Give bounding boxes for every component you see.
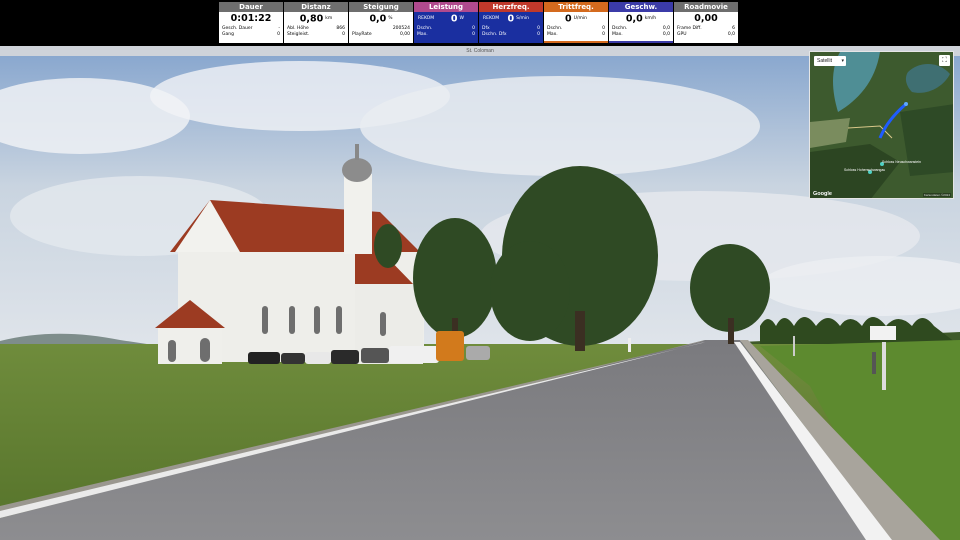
tile-value: 0,80 km xyxy=(299,13,333,25)
map-label-neuschwanstein: Schloss Neuschwanstein xyxy=(882,160,921,164)
satellite-map-image xyxy=(810,52,953,198)
tile-value: REKOM 0 S/min xyxy=(483,13,529,25)
tile-title: Dauer xyxy=(219,2,283,12)
map-type-select[interactable]: Satellit ▾ xyxy=(814,56,846,66)
fullscreen-icon[interactable]: ⛶ xyxy=(939,55,950,66)
tile-distanz: Distanz 0,80 km Abl. Höhe 866 Steigleist. 0 xyxy=(284,2,348,43)
tile-value: 0:01:22 xyxy=(230,13,272,24)
tile-leistung: Leistung REKOM 0 W Dschn. 0 Max. 0 xyxy=(414,2,478,43)
metrics-bar: Dauer 0:01:22 Gesch. Dauer - Gang 0 Distan… xyxy=(0,0,960,46)
tile-title: Distanz xyxy=(284,2,348,12)
metrics-tiles: Dauer 0:01:22 Gesch. Dauer - Gang 0 Distan… xyxy=(219,2,738,43)
tile-geschw: Geschw. 0,0 km/h Dschn. 0,0 Max. 0,0 xyxy=(609,2,673,43)
tile-title: Leistung xyxy=(414,2,478,12)
tile-roadmovie: Roadmovie 0,00 Frame Diff. 6 GPU 0,0 xyxy=(674,2,738,43)
map-brand: Google xyxy=(813,191,832,197)
tile-title: Steigung xyxy=(349,2,413,12)
tile-value: 0,00 xyxy=(694,13,718,24)
tile-trittfreq: Trittfreq. 0 U/min Dschn. 0 Max. 0 xyxy=(544,2,608,43)
tile-value: 0,0% xyxy=(369,13,393,25)
tile-steigung: Steigung 0,0% 200524 PlayRate 0,00 xyxy=(349,2,413,43)
map-label-hohenschwangau: Schloss Hohenschwangau xyxy=(844,168,886,172)
tile-value: REKOM 0 W xyxy=(418,13,464,25)
tile-title: Herzfreq. xyxy=(479,2,543,12)
tile-dauer: Dauer 0:01:22 Gesch. Dauer - Gang 0 xyxy=(219,2,283,43)
route-map[interactable]: Satellit ▾ ⛶ Schloss Neuschwanstein Schlo… xyxy=(809,51,954,199)
tile-value: 0,0 km/h xyxy=(625,13,657,25)
tile-title: Geschw. xyxy=(609,2,673,12)
tile-value: 0 U/min xyxy=(565,13,587,25)
chevron-down-icon: ▾ xyxy=(841,58,844,64)
tile-herzfreq: Herzfreq. REKOM 0 S/min Dfx 0 Dschn. Dfx 0 xyxy=(479,2,543,43)
tile-title: Roadmovie xyxy=(674,2,738,12)
tile-title: Trittfreq. xyxy=(544,2,608,12)
map-attribution[interactable]: Kartendaten ©2024 xyxy=(922,193,951,197)
